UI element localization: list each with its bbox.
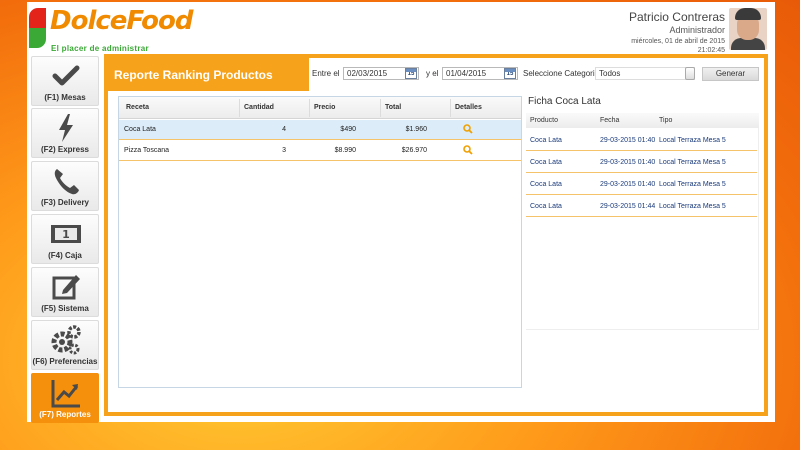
check-icon — [52, 65, 80, 86]
cell-fecha: 29-03-2015 01:40 — [600, 159, 656, 166]
cell-tipo: Local Terraza Mesa 5 — [659, 159, 726, 166]
report-panel: Reporte Ranking Productos Entre el 02/03… — [104, 54, 768, 416]
table-row[interactable]: Pizza Toscana 3 $8.990 $26.970 — [119, 141, 521, 161]
avatar — [729, 8, 767, 50]
column-header-tipo[interactable]: Tipo — [659, 117, 672, 124]
cell-producto: Coca Lata — [530, 159, 562, 166]
generate-button[interactable]: Generar — [702, 67, 759, 81]
sidebar-item-reportes[interactable]: (F7) Reportes — [31, 373, 99, 423]
cell-producto: Coca Lata — [530, 137, 562, 144]
category-select[interactable]: Todos — [595, 67, 695, 80]
column-header-fecha[interactable]: Fecha — [600, 117, 619, 124]
edit-icon — [52, 275, 80, 300]
sidebar-item-sistema[interactable]: (F5) Sistema — [31, 267, 99, 317]
ficha-title: Ficha Coca Lata — [528, 96, 601, 107]
column-header-producto[interactable]: Producto — [530, 117, 558, 124]
svg-text:1: 1 — [62, 228, 70, 241]
current-date: miércoles, 01 de abril de 2015 — [631, 38, 725, 45]
sidebar-item-label: (F6) Preferencias — [32, 357, 98, 366]
sidebar-item-delivery[interactable]: (F3) Delivery — [31, 161, 99, 211]
sidebar-item-label: (F1) Mesas — [44, 93, 86, 102]
cell-tipo: Local Terraza Mesa 5 — [659, 181, 726, 188]
sidebar-item-express[interactable]: (F2) Express — [31, 108, 99, 158]
cell-total: $1.960 — [405, 126, 427, 133]
cell-precio: $8.990 — [334, 147, 356, 154]
ficha-row[interactable]: Coca Lata 29-03-2015 01:40 Local Terraza… — [526, 174, 757, 195]
cell-receta: Coca Lata — [124, 126, 156, 133]
sidebar-item-mesas[interactable]: (F1) Mesas — [31, 56, 99, 106]
gears-icon — [51, 325, 81, 355]
sidebar-item-caja[interactable]: 1 (F4) Caja — [31, 214, 99, 264]
cell-fecha: 29-03-2015 01:44 — [600, 203, 656, 210]
search-icon[interactable] — [463, 145, 473, 155]
cell-tipo: Local Terraza Mesa 5 — [659, 203, 726, 210]
cell-producto: Coca Lata — [530, 203, 562, 210]
sidebar-item-label: (F5) Sistema — [41, 304, 89, 313]
user-role: Administrador — [669, 25, 725, 35]
title-bar: Reporte Ranking Productos — [104, 54, 304, 91]
ficha-row[interactable]: Coca Lata 29-03-2015 01:40 Local Terraza… — [526, 152, 757, 173]
search-icon[interactable] — [463, 124, 473, 134]
current-time: 21:02:45 — [697, 47, 725, 54]
ranking-table: Receta Cantidad Precio Total Detalles Co… — [118, 96, 522, 388]
user-info: Patricio Contreras Administrador miércol… — [629, 10, 725, 54]
calendar-icon[interactable]: 15 — [405, 68, 417, 79]
to-date-label: y el — [426, 69, 439, 78]
ficha-row[interactable]: Coca Lata 29-03-2015 01:44 Local Terraza… — [526, 196, 757, 217]
page-title: Reporte Ranking Productos — [114, 68, 273, 82]
cell-total: $26.970 — [401, 147, 427, 154]
sidebar-item-preferencias[interactable]: (F6) Preferencias — [31, 320, 99, 370]
cell-producto: Coca Lata — [530, 181, 562, 188]
sidebar-item-label: (F2) Express — [40, 145, 90, 154]
user-name: Patricio Contreras — [628, 10, 725, 24]
logo-mark-icon — [29, 8, 46, 48]
table-header: Receta Cantidad Precio Total Detalles — [119, 97, 521, 119]
ficha-table: Producto Fecha Tipo Coca Lata 29-03-2015… — [526, 113, 759, 330]
chart-icon — [51, 380, 80, 408]
sidebar-item-label: (F4) Caja — [48, 251, 82, 260]
column-header-detalles[interactable]: Detalles — [455, 104, 482, 111]
cell-tipo: Local Terraza Mesa 5 — [659, 137, 726, 144]
cell-cantidad: 3 — [282, 147, 286, 154]
sidebar-item-label: (F3) Delivery — [40, 198, 90, 207]
cell-receta: Pizza Toscana — [124, 147, 170, 154]
calendar-icon[interactable]: 15 — [504, 68, 516, 79]
cell-cantidad: 4 — [282, 126, 286, 133]
ficha-header: Producto Fecha Tipo — [526, 113, 759, 128]
header: DolceFood El placer de administrar Patri… — [27, 2, 775, 54]
sidebar-item-label: (F7) Reportes — [39, 410, 91, 419]
ficha-row[interactable]: Coca Lata 29-03-2015 01:40 Local Terraza… — [526, 130, 757, 151]
logo-text: DolceFood — [50, 6, 193, 36]
cell-precio: $490 — [340, 126, 356, 133]
app-window: DolceFood El placer de administrar Patri… — [27, 2, 775, 423]
logo-tagline: El placer de administrar — [51, 44, 149, 53]
cash-icon: 1 — [51, 225, 81, 243]
cell-fecha: 29-03-2015 01:40 — [600, 137, 656, 144]
column-header-receta[interactable]: Receta — [126, 104, 149, 111]
from-date-label: Entre el — [312, 69, 340, 78]
cell-fecha: 29-03-2015 01:40 — [600, 181, 656, 188]
category-label: Seleccione Categoria — [523, 69, 600, 78]
phone-icon — [54, 169, 79, 195]
column-header-total[interactable]: Total — [385, 104, 401, 111]
chevron-down-icon[interactable] — [685, 67, 695, 80]
table-row[interactable]: Coca Lata 4 $490 $1.960 — [119, 120, 521, 140]
column-header-precio[interactable]: Precio — [314, 104, 335, 111]
report-content: Receta Cantidad Precio Total Detalles Co… — [108, 91, 764, 412]
column-header-cantidad[interactable]: Cantidad — [244, 104, 274, 111]
filter-bar: Entre el 02/03/2015 15 y el 01/04/2015 1… — [309, 58, 764, 91]
lightning-icon — [59, 114, 73, 142]
logo: DolceFood El placer de administrar — [29, 6, 193, 54]
